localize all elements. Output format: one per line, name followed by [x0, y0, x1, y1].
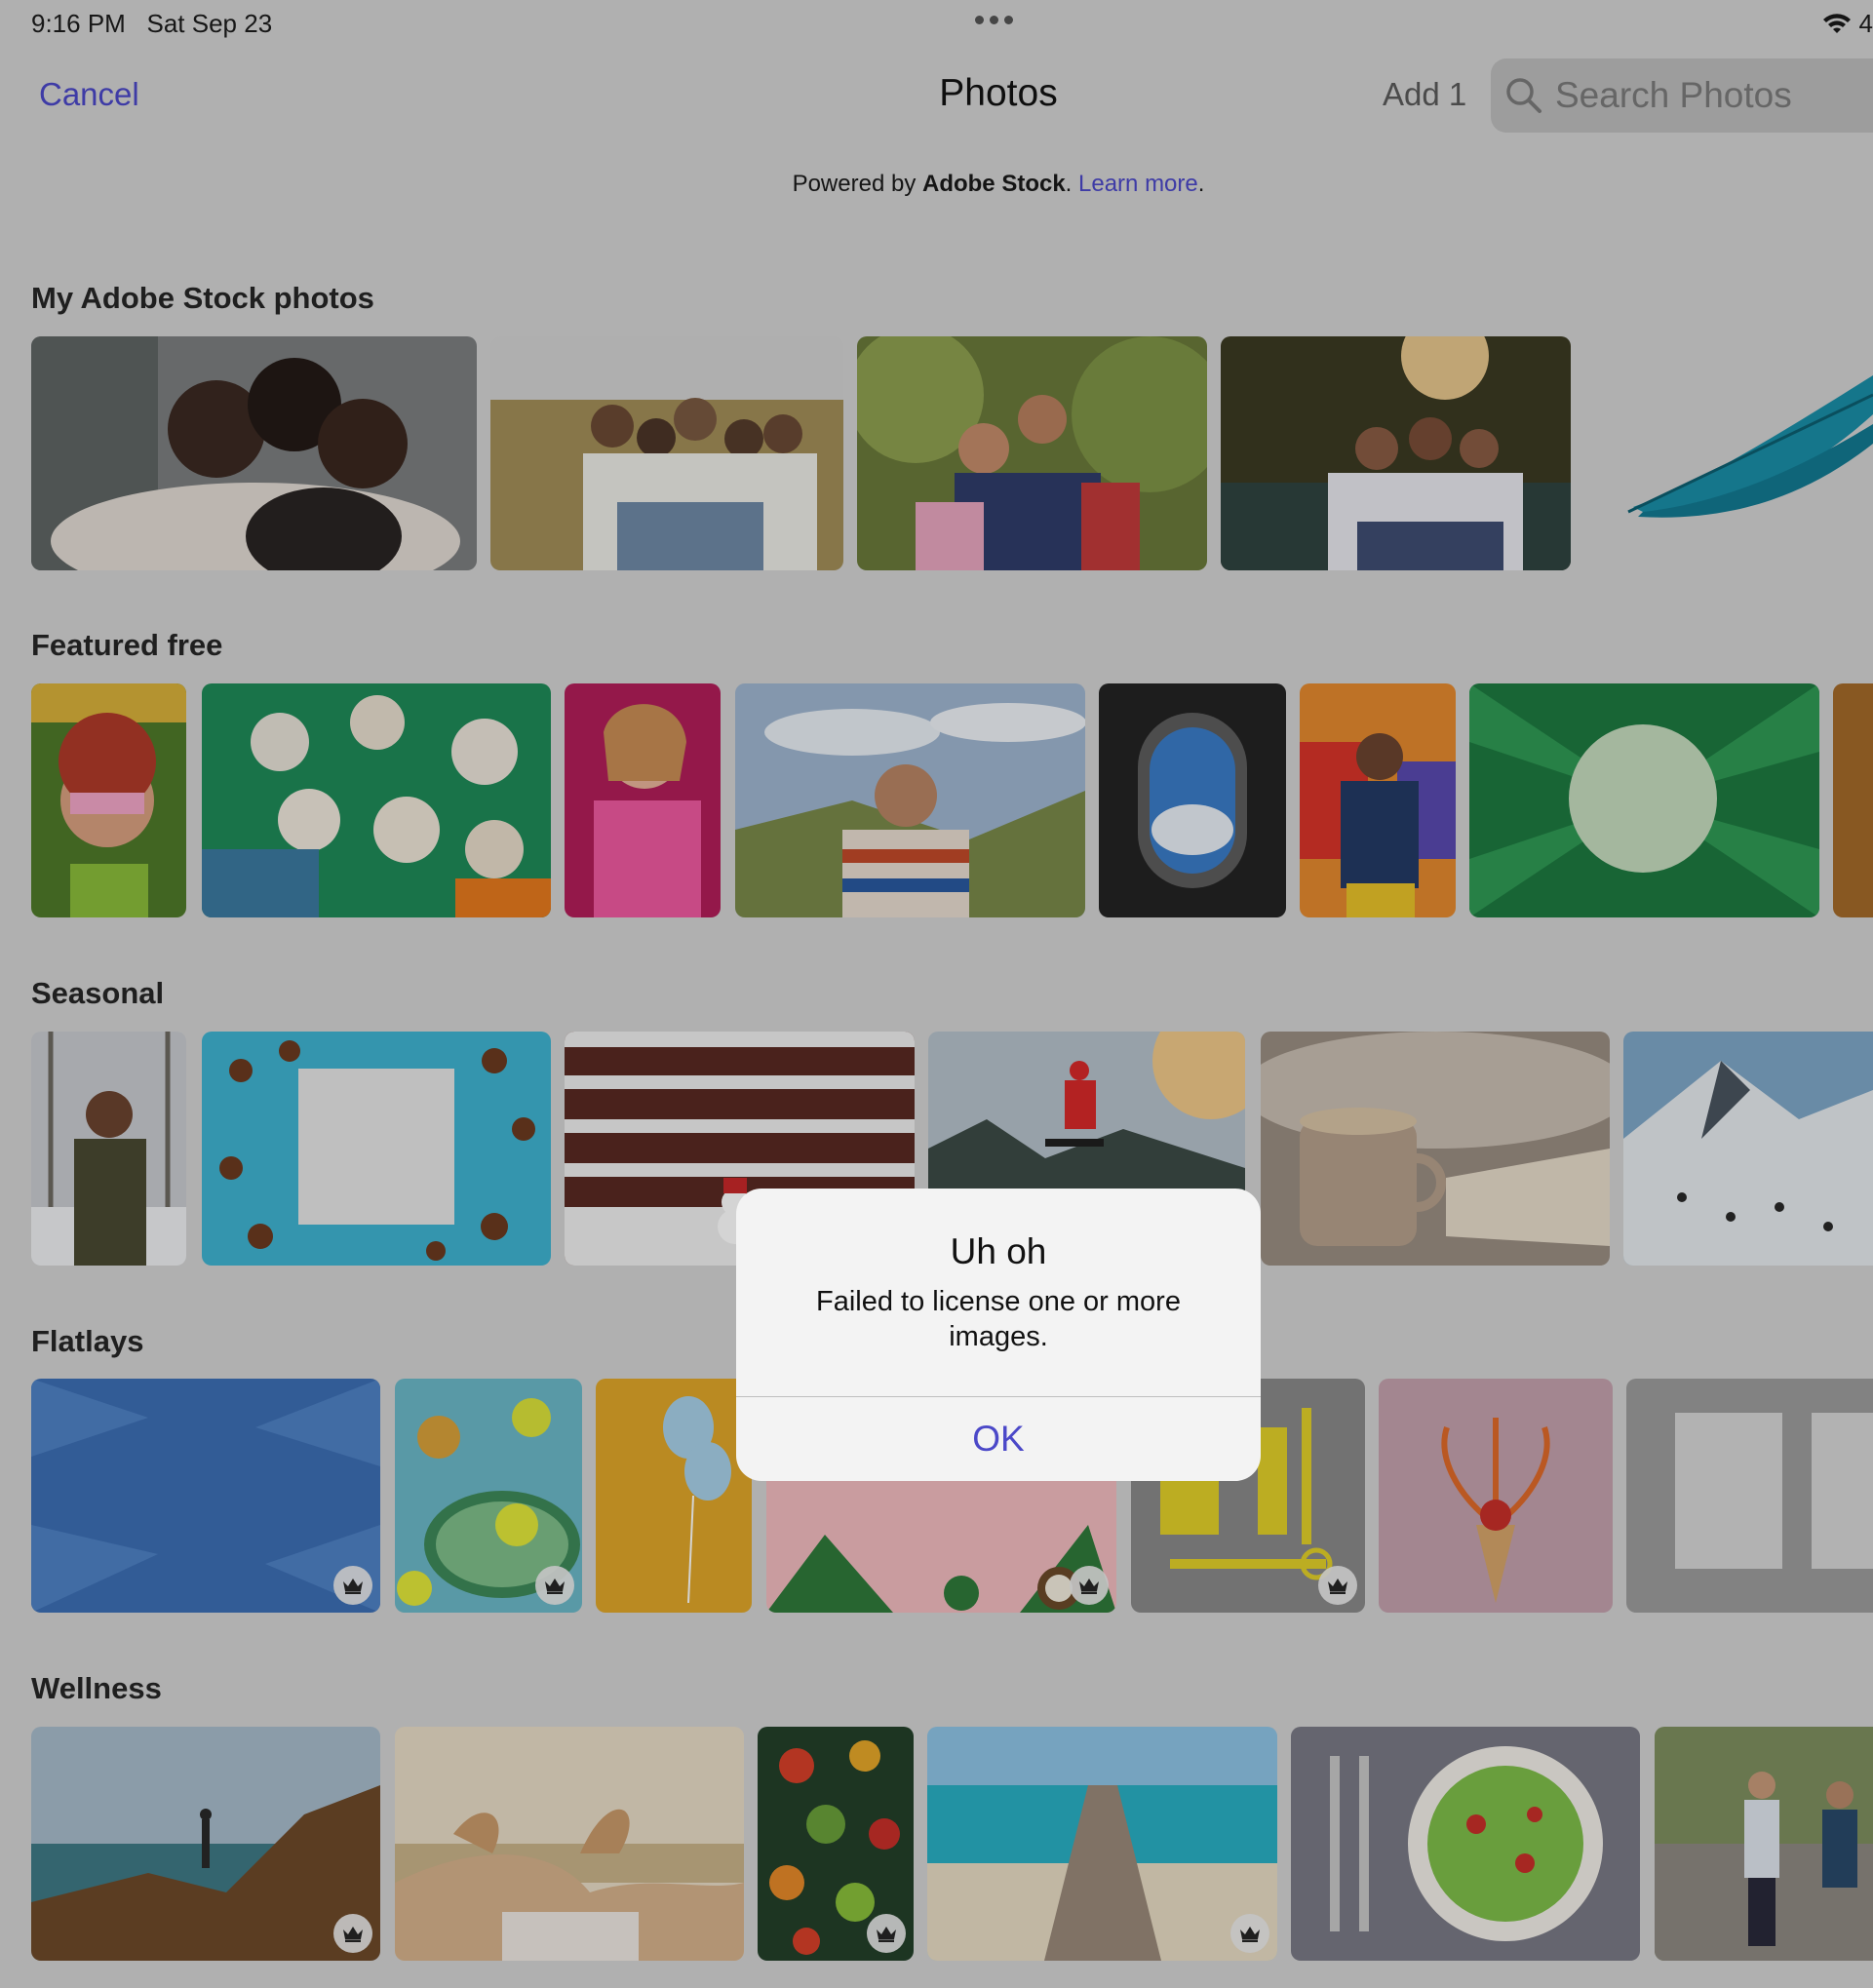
- ok-button[interactable]: OK: [736, 1397, 1261, 1481]
- alert-title: Uh oh: [950, 1231, 1047, 1271]
- alert-dialog: Uh oh Failed to license one or more imag…: [736, 1189, 1261, 1481]
- modal-overlay: [0, 0, 1873, 1988]
- alert-message: Failed to license one or more images.: [816, 1286, 1181, 1352]
